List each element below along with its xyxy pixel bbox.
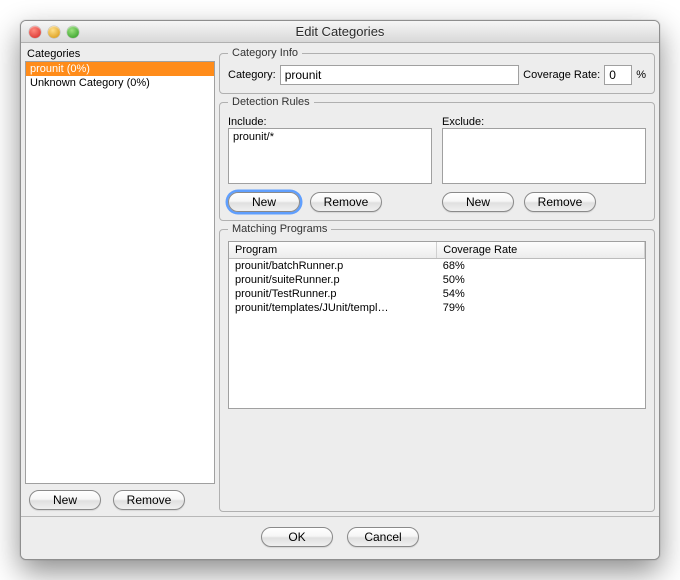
category-name-label: Category: xyxy=(228,69,276,81)
category-info-group: Category Info Category: Coverage Rate: % xyxy=(219,47,655,94)
minimize-icon[interactable] xyxy=(48,26,60,38)
list-item[interactable]: prounit/* xyxy=(233,131,427,143)
cell-coverage-rate: 54% xyxy=(437,287,645,301)
cell-coverage-rate: 79% xyxy=(437,301,645,315)
column-program[interactable]: Program xyxy=(229,242,437,259)
categories-panel: Categories prounit (0%)Unknown Category … xyxy=(25,47,215,512)
titlebar: Edit Categories xyxy=(21,21,659,43)
include-label: Include: xyxy=(228,116,432,128)
coverage-rate-input[interactable] xyxy=(604,65,632,85)
category-info-legend: Category Info xyxy=(228,47,302,59)
zoom-icon[interactable] xyxy=(67,26,79,38)
include-remove-button[interactable]: Remove xyxy=(310,192,382,212)
column-coverage-rate[interactable]: Coverage Rate xyxy=(437,242,645,259)
include-new-button[interactable]: New xyxy=(228,192,300,212)
list-item[interactable]: prounit (0%) xyxy=(26,62,214,76)
window-title: Edit Categories xyxy=(21,24,659,39)
table-row[interactable]: prounit/batchRunner.p68% xyxy=(229,259,645,274)
cell-coverage-rate: 50% xyxy=(437,273,645,287)
table-row[interactable]: prounit/templates/JUnit/templ…79% xyxy=(229,301,645,315)
right-panel: Category Info Category: Coverage Rate: %… xyxy=(219,47,655,512)
category-name-input[interactable] xyxy=(280,65,519,85)
cell-coverage-rate: 68% xyxy=(437,259,645,274)
matching-programs-group: Matching Programs Program Coverage Rate … xyxy=(219,223,655,512)
window-controls xyxy=(21,26,79,38)
list-item[interactable]: Unknown Category (0%) xyxy=(26,76,214,90)
matching-programs-table-wrap[interactable]: Program Coverage Rate prounit/batchRunne… xyxy=(228,241,646,409)
ok-button[interactable]: OK xyxy=(261,527,333,547)
exclude-list[interactable] xyxy=(442,128,646,184)
matching-programs-legend: Matching Programs xyxy=(228,223,331,235)
close-icon[interactable] xyxy=(29,26,41,38)
percent-label: % xyxy=(636,69,646,81)
exclude-remove-button[interactable]: Remove xyxy=(524,192,596,212)
cancel-button[interactable]: Cancel xyxy=(347,527,419,547)
detection-rules-legend: Detection Rules xyxy=(228,96,314,108)
cell-program: prounit/TestRunner.p xyxy=(229,287,437,301)
cell-program: prounit/suiteRunner.p xyxy=(229,273,437,287)
matching-programs-table: Program Coverage Rate prounit/batchRunne… xyxy=(229,242,645,315)
table-row[interactable]: prounit/suiteRunner.p50% xyxy=(229,273,645,287)
include-column: Include: prounit/* New Remove xyxy=(228,116,432,212)
cell-program: prounit/templates/JUnit/templ… xyxy=(229,301,437,315)
categories-button-row: New Remove xyxy=(25,484,215,512)
content-area: Categories prounit (0%)Unknown Category … xyxy=(21,43,659,516)
category-remove-button[interactable]: Remove xyxy=(113,490,185,510)
cell-program: prounit/batchRunner.p xyxy=(229,259,437,274)
categories-list[interactable]: prounit (0%)Unknown Category (0%) xyxy=(25,61,215,484)
table-row[interactable]: prounit/TestRunner.p54% xyxy=(229,287,645,301)
exclude-label: Exclude: xyxy=(442,116,646,128)
coverage-rate-label: Coverage Rate: xyxy=(523,69,600,81)
detection-rules-group: Detection Rules Include: prounit/* New R… xyxy=(219,96,655,221)
include-list[interactable]: prounit/* xyxy=(228,128,432,184)
exclude-new-button[interactable]: New xyxy=(442,192,514,212)
dialog-footer: OK Cancel xyxy=(21,516,659,559)
exclude-column: Exclude: New Remove xyxy=(442,116,646,212)
categories-heading: Categories xyxy=(25,47,215,61)
category-new-button[interactable]: New xyxy=(29,490,101,510)
dialog-window: Edit Categories Categories prounit (0%)U… xyxy=(20,20,660,560)
